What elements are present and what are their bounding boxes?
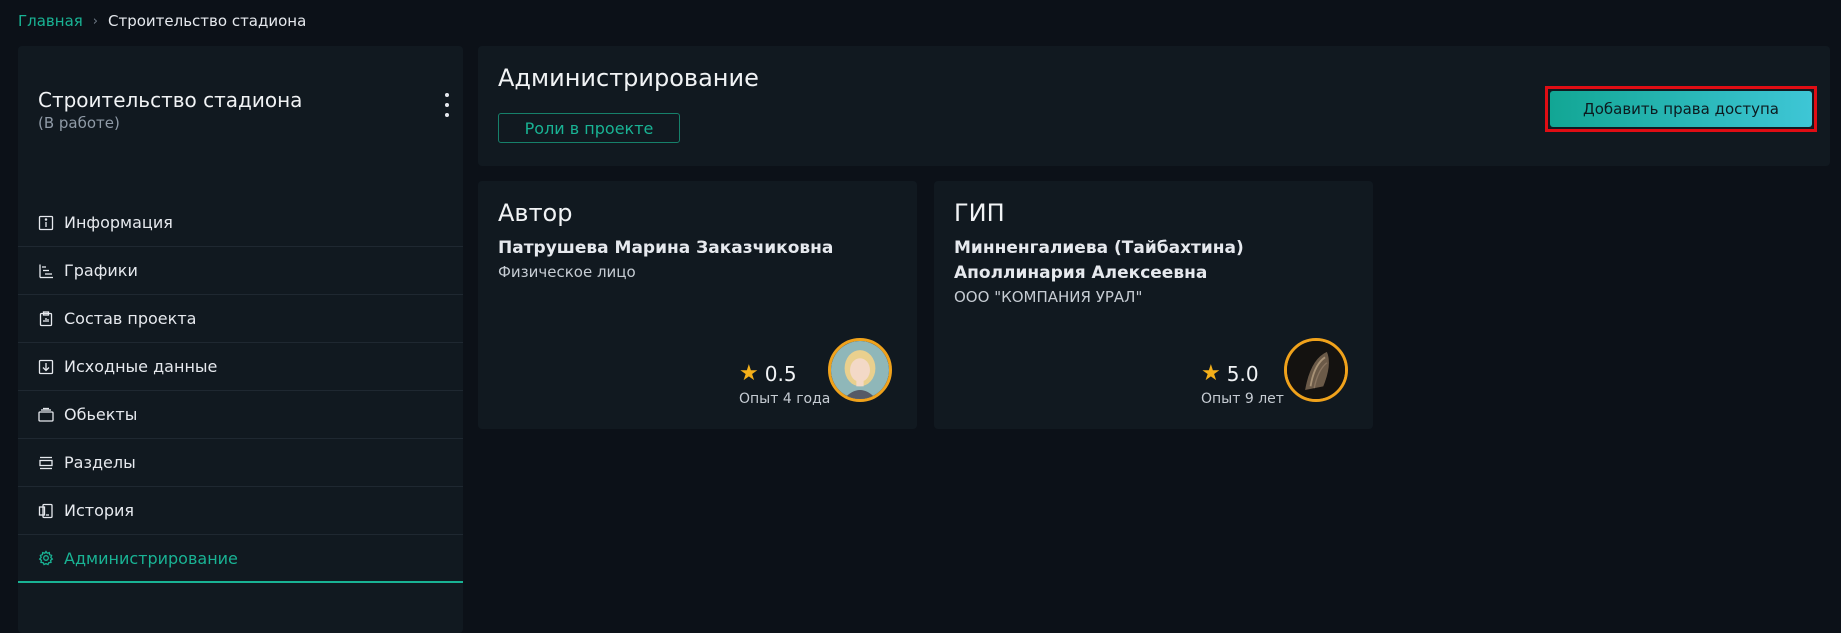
project-header: Строительство стадиона (В работе) xyxy=(38,88,443,132)
project-nav: Информация Графики Состав проекта Исходн… xyxy=(18,199,463,583)
gantt-icon xyxy=(38,263,54,279)
card-person-name: Минненгалиева (Тайбахтина) Аполлинария А… xyxy=(954,238,1244,283)
gear-icon xyxy=(38,550,54,566)
star-icon: ★ xyxy=(739,361,759,386)
sidebar-item-label: Обьекты xyxy=(64,405,138,424)
sidebar-item-charts[interactable]: Графики xyxy=(18,247,463,295)
star-icon: ★ xyxy=(1201,361,1221,386)
card-organization: Физическое лицо xyxy=(498,263,636,281)
add-access-rights-button[interactable]: Добавить права доступа xyxy=(1550,91,1812,127)
breadcrumb-home-link[interactable]: Главная xyxy=(18,12,83,30)
project-title: Строительство стадиона xyxy=(38,88,303,112)
clipboard-icon xyxy=(38,310,54,327)
breadcrumb-current: Строительство стадиона xyxy=(108,12,307,30)
project-status: (В работе) xyxy=(38,114,120,132)
card-rating: ★ 0.5 xyxy=(739,362,797,386)
card-rating: ★ 5.0 xyxy=(1201,362,1259,386)
card-organization: ООО "КОМПАНИЯ УРАЛ" xyxy=(954,288,1143,306)
card-person-name: Патрушева Марина Заказчиковна xyxy=(498,238,834,258)
avatar[interactable] xyxy=(828,338,892,402)
page-title: Администрирование xyxy=(498,64,759,92)
card-experience: Опыт 4 года xyxy=(739,391,831,407)
sidebar-item-source-data[interactable]: Исходные данные xyxy=(18,343,463,391)
sidebar-item-label: Разделы xyxy=(64,453,136,472)
sidebar-item-objects[interactable]: Обьекты xyxy=(18,391,463,439)
card-role: ГИП xyxy=(954,199,1005,227)
avatar[interactable] xyxy=(1284,338,1348,402)
sections-icon xyxy=(38,455,54,471)
highlight-frame: Добавить права доступа xyxy=(1545,86,1817,132)
card-role: Автор xyxy=(498,199,573,227)
breadcrumb-separator: › xyxy=(92,13,98,29)
sidebar-item-label: Графики xyxy=(64,261,138,280)
participant-card[interactable]: Автор Патрушева Марина Заказчиковна Физи… xyxy=(478,181,917,429)
kebab-menu-icon[interactable] xyxy=(441,93,453,117)
sidebar-item-administration[interactable]: Администрирование xyxy=(18,535,463,583)
sidebar-item-history[interactable]: История xyxy=(18,487,463,535)
sidebar-item-label: История xyxy=(64,501,135,520)
history-icon xyxy=(38,503,54,519)
project-sidebar: Строительство стадиона (В работе) Информ… xyxy=(18,46,463,633)
card-experience: Опыт 9 лет xyxy=(1201,391,1284,407)
breadcrumb: Главная › Строительство стадиона xyxy=(18,12,306,30)
sidebar-item-info[interactable]: Информация xyxy=(18,199,463,247)
info-icon xyxy=(38,215,54,231)
sidebar-item-label: Информация xyxy=(64,213,173,232)
sidebar-item-label: Исходные данные xyxy=(64,357,218,376)
sidebar-item-label: Состав проекта xyxy=(64,309,197,328)
participant-card[interactable]: ГИП Минненгалиева (Тайбахтина) Аполлинар… xyxy=(934,181,1373,429)
admin-header-panel: Администрирование Роли в проекте Добавит… xyxy=(478,46,1830,166)
download-icon xyxy=(38,359,54,375)
rating-value: 0.5 xyxy=(764,362,797,386)
rating-value: 5.0 xyxy=(1226,362,1259,386)
sidebar-item-label: Администрирование xyxy=(64,548,238,568)
project-roles-button[interactable]: Роли в проекте xyxy=(498,113,680,143)
folder-icon xyxy=(38,407,54,423)
sidebar-item-sections[interactable]: Разделы xyxy=(18,439,463,487)
sidebar-item-composition[interactable]: Состав проекта xyxy=(18,295,463,343)
